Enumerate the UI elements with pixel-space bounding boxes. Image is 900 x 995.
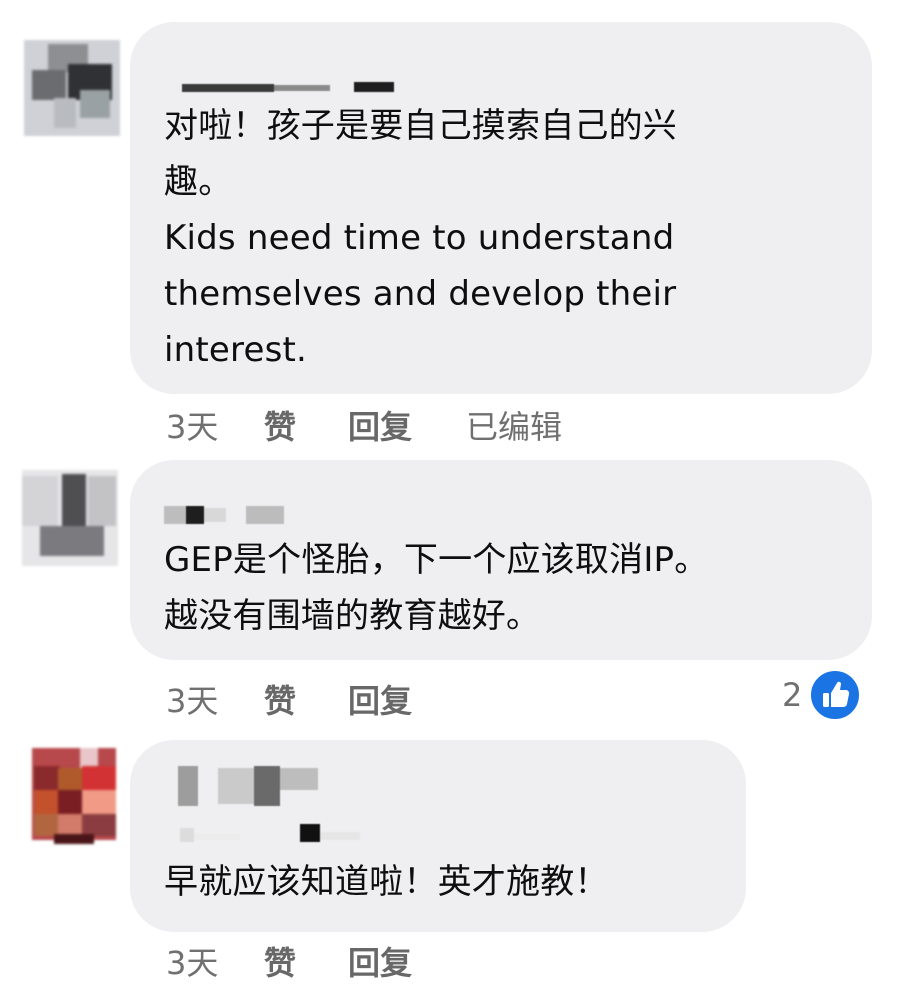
- timestamp[interactable]: 3天: [166, 676, 218, 722]
- author-name[interactable]: [182, 82, 394, 94]
- comment-bubble: GEP是个怪胎，下一个应该取消IP。 越没有围墙的教育越好。: [130, 460, 872, 660]
- like-button[interactable]: 赞: [264, 402, 296, 448]
- avatar[interactable]: [32, 748, 128, 844]
- comment-text: 对啦！孩子是要自己摸索自己的兴 趣。 Kids need time to und…: [164, 106, 677, 370]
- like-button[interactable]: 赞: [264, 938, 296, 984]
- like-thumb-icon: [808, 668, 862, 722]
- avatar[interactable]: [24, 40, 120, 136]
- comment-text: 早就应该知道啦！英才施教！: [164, 862, 609, 902]
- avatar[interactable]: [22, 470, 118, 566]
- reply-button[interactable]: 回复: [348, 402, 412, 448]
- author-name[interactable]: [164, 506, 294, 526]
- reply-button[interactable]: 回复: [348, 938, 412, 984]
- comment-bubble: 早就应该知道啦！英才施教！: [130, 740, 746, 932]
- comment-bubble: 对啦！孩子是要自己摸索自己的兴 趣。 Kids need time to und…: [130, 22, 872, 394]
- edited-label: 已编辑: [466, 408, 563, 446]
- reaction-count: 2: [782, 676, 803, 714]
- comment-text: GEP是个怪胎，下一个应该取消IP。 越没有围墙的教育越好。: [164, 540, 709, 636]
- like-button[interactable]: 赞: [264, 676, 296, 722]
- reply-button[interactable]: 回复: [348, 676, 412, 722]
- author-subtitle: [180, 824, 370, 844]
- author-name[interactable]: [178, 766, 328, 808]
- timestamp[interactable]: 3天: [166, 938, 218, 984]
- timestamp[interactable]: 3天: [166, 402, 218, 448]
